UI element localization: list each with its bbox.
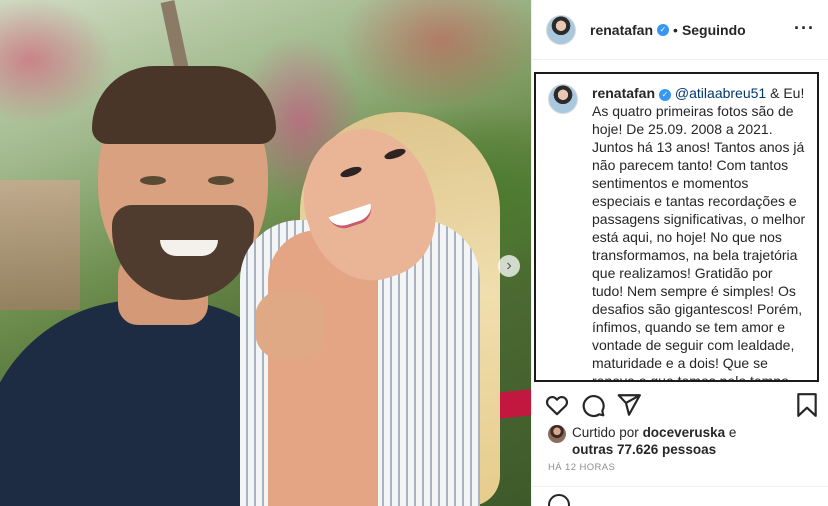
likes-summary: Curtido por doceveruska e outras 77.626 … xyxy=(548,424,736,458)
header-username[interactable]: renatafan xyxy=(590,22,653,38)
woman-hand xyxy=(255,290,325,360)
comments-panel[interactable]: renatafan ✓ @atilaabreu51 & Eu! As quatro… xyxy=(534,72,819,382)
verified-badge-icon: ✓ xyxy=(659,89,672,101)
action-bar xyxy=(544,392,824,418)
man-left-eye xyxy=(140,176,166,185)
likes-text: Curtido por doceveruska e outras 77.626 … xyxy=(572,424,736,458)
chevron-right-icon: › xyxy=(506,257,512,274)
caption-mention[interactable]: @atilaabreu51 xyxy=(675,85,766,101)
bookmark-icon[interactable] xyxy=(794,392,820,418)
background-path xyxy=(0,180,80,310)
following-button[interactable]: Seguindo xyxy=(682,22,746,38)
verified-badge-icon: ✓ xyxy=(657,23,670,36)
post-header: renatafan ✓ • Seguindo ··· xyxy=(532,0,828,60)
send-icon[interactable] xyxy=(616,392,642,418)
header-separator: • xyxy=(673,21,678,38)
likes-prefix: Curtido por xyxy=(572,425,639,440)
more-horizontal-icon[interactable]: ··· xyxy=(794,18,815,39)
others-count-link[interactable]: outras 77.626 pessoas xyxy=(572,442,716,457)
next-photo-button[interactable]: › xyxy=(498,255,520,277)
likes-conj: e xyxy=(728,425,737,440)
man-smile xyxy=(160,240,218,256)
man-hair xyxy=(92,66,276,144)
post-photo[interactable]: › xyxy=(0,0,531,506)
caption-text-block: renatafan ✓ @atilaabreu51 & Eu! As quatro… xyxy=(592,84,806,382)
divider xyxy=(532,486,828,487)
heart-icon[interactable] xyxy=(544,392,570,418)
caption-username[interactable]: renatafan xyxy=(592,85,655,101)
liker-avatar[interactable] xyxy=(548,425,566,443)
post-sidebar: renatafan ✓ • Seguindo ··· renatafan ✓ @a… xyxy=(531,0,828,506)
liker-username[interactable]: doceveruska xyxy=(643,425,726,440)
caption-avatar[interactable] xyxy=(548,84,578,114)
man-right-eye xyxy=(208,176,234,185)
caption-body: & Eu! As quatro primeiras fotos são de h… xyxy=(592,85,806,382)
comment-icon[interactable] xyxy=(580,392,606,418)
emoji-icon[interactable] xyxy=(548,494,570,506)
profile-avatar[interactable] xyxy=(546,14,576,45)
post-timestamp[interactable]: HÁ 12 HORAS xyxy=(548,462,615,473)
post-caption: renatafan ✓ @atilaabreu51 & Eu! As quatro… xyxy=(548,84,806,382)
